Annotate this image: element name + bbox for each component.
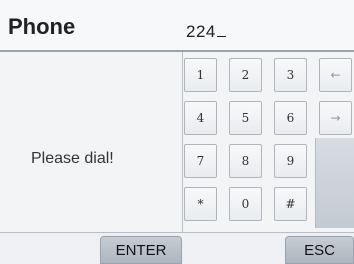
dialed-number-display: 224	[186, 22, 226, 42]
dialed-number: 224	[186, 22, 216, 41]
key-2[interactable]: 2	[229, 58, 262, 92]
key-1[interactable]: 1	[184, 58, 217, 92]
header-bar: Phone 224	[0, 0, 354, 52]
divider	[182, 52, 183, 234]
key-star[interactable]: *	[184, 187, 217, 221]
key-forward[interactable]: →	[319, 101, 352, 135]
key-0[interactable]: 0	[229, 187, 262, 221]
esc-button[interactable]: ESC	[285, 236, 354, 264]
phone-screen: Phone 224 Please dial! 1 2 3 ← 4 5 6 → 7…	[0, 0, 354, 264]
key-3[interactable]: 3	[274, 58, 307, 92]
page-title: Phone	[8, 14, 76, 39]
text-cursor	[216, 22, 226, 37]
key-8[interactable]: 8	[229, 144, 262, 178]
key-4[interactable]: 4	[184, 101, 217, 135]
enter-button[interactable]: ENTER	[100, 236, 182, 264]
key-9[interactable]: 9	[274, 144, 307, 178]
blank-key	[315, 138, 354, 228]
key-hash[interactable]: #	[274, 187, 307, 221]
dial-prompt: Please dial!	[31, 150, 114, 167]
key-backspace[interactable]: ←	[319, 58, 352, 92]
key-5[interactable]: 5	[229, 101, 262, 135]
key-6[interactable]: 6	[274, 101, 307, 135]
key-7[interactable]: 7	[184, 144, 217, 178]
